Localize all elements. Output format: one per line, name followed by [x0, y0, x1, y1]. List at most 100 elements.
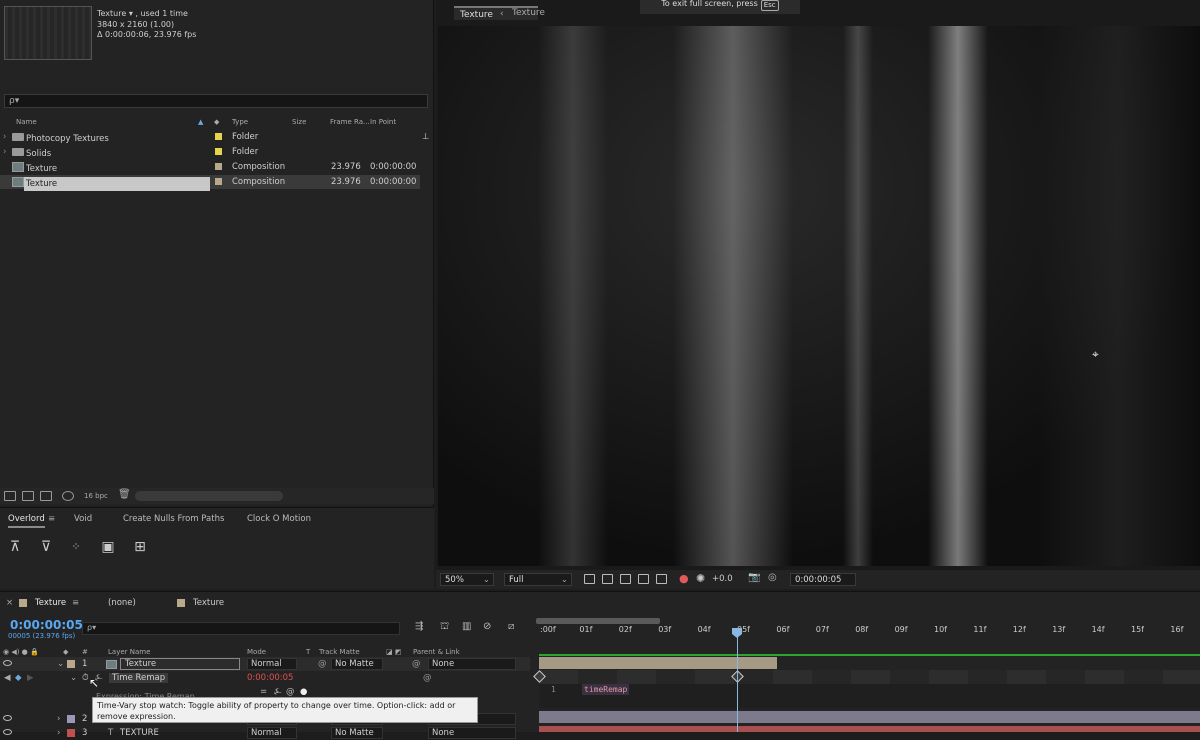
project-item-comp[interactable]: Texture Composition 23.976 0:00:00:00 — [0, 160, 420, 174]
stopwatch-icon[interactable]: ⏱ — [82, 673, 89, 683]
label-color-chip[interactable] — [215, 178, 222, 185]
panel-menu-icon[interactable]: ≡ — [48, 514, 55, 524]
flowchart-icon[interactable]: ⊥ — [422, 132, 429, 142]
pick-whip-icon[interactable]: @ — [412, 659, 421, 669]
tab-void[interactable]: Void — [74, 514, 92, 524]
color-channels-icon[interactable]: ● — [679, 572, 689, 585]
tab-create-nulls[interactable]: Create Nulls From Paths — [123, 514, 224, 524]
project-item-comp-selected[interactable]: Texture Composition 23.976 0:00:00:00 — [0, 175, 420, 191]
close-icon[interactable]: × — [6, 598, 13, 608]
expression-enable-icon[interactable]: = — [260, 687, 267, 697]
col-parent[interactable]: Parent & Link — [413, 648, 460, 656]
expression-graph-icon[interactable]: ⍼ — [274, 687, 281, 697]
label-color-chip[interactable] — [215, 148, 222, 155]
push-to-ae-icon[interactable]: ⊼ — [5, 538, 25, 556]
resolution-select[interactable]: Full ⌄ — [504, 573, 572, 586]
tab-clock-o-motion[interactable]: Clock O Motion — [247, 514, 311, 524]
show-snapshot-icon[interactable]: ◎ — [768, 572, 777, 583]
prev-keyframe-icon[interactable]: ◀ — [4, 673, 11, 683]
col-type[interactable]: Type — [232, 118, 248, 126]
twirl-right-icon[interactable]: › — [57, 714, 60, 724]
frame-icon[interactable]: ▣ — [98, 538, 118, 556]
col-layer-name[interactable]: Layer Name — [108, 648, 150, 656]
col-track-matte[interactable]: Track Matte — [319, 648, 360, 656]
viewer-timecode[interactable]: 0:00:00:05 — [790, 573, 856, 586]
distribute-icon[interactable]: ⁘ — [66, 538, 86, 556]
zoom-select[interactable]: 50% ⌄ — [440, 573, 494, 586]
twirl-right-icon[interactable]: › — [3, 132, 6, 142]
panel-menu-icon[interactable]: ≡ — [72, 598, 79, 608]
project-item-folder[interactable]: › Photocopy Textures Folder ⊥ — [0, 130, 429, 144]
new-comp-icon[interactable] — [40, 491, 52, 501]
pull-from-ae-icon[interactable]: ⊽ — [36, 538, 56, 556]
layer-duration-bar[interactable] — [539, 726, 1200, 732]
spiral-link-icon[interactable]: @ — [318, 659, 327, 669]
col-mode[interactable]: Mode — [247, 648, 266, 656]
comp-canvas[interactable]: ⌖ — [438, 26, 1200, 566]
label-color-chip[interactable] — [215, 163, 222, 170]
comp-name-info[interactable]: Texture ▾ , used 1 time — [97, 9, 196, 20]
label-color-chip[interactable] — [67, 729, 75, 737]
layer-duration-bar[interactable] — [539, 657, 777, 669]
mode-dropdown[interactable]: Normal — [247, 658, 297, 670]
layer-row[interactable]: ⌄ 1 Texture Normal @ No Matte @ None — [0, 657, 530, 671]
transparency-grid-icon[interactable] — [602, 574, 613, 584]
layer-name-field[interactable]: Texture — [120, 658, 240, 670]
new-folder-icon[interactable] — [22, 491, 34, 501]
eye-icon[interactable] — [3, 729, 12, 735]
col-name[interactable]: Name — [16, 118, 37, 126]
current-time-indicator[interactable] — [737, 629, 738, 732]
twirl-right-icon[interactable]: › — [57, 728, 60, 738]
twirl-right-icon[interactable]: › — [3, 147, 6, 157]
timeline-search-input[interactable]: ρ▾ — [82, 622, 400, 635]
exposure-value[interactable]: +0.0 — [712, 574, 733, 584]
guides-icon[interactable] — [656, 574, 667, 584]
mask-visibility-icon[interactable] — [620, 574, 631, 584]
project-search-input[interactable]: ρ▾ — [4, 94, 428, 108]
comp-mini-flowchart-icon[interactable]: ⇶ — [415, 621, 423, 632]
twirl-down-icon[interactable]: ⌄ — [70, 673, 77, 683]
layer-name[interactable]: TEXTURE — [120, 728, 159, 738]
next-keyframe-icon[interactable]: ▶ — [27, 673, 34, 683]
tab-timeline-texture[interactable]: Texture — [35, 598, 66, 608]
tab-timeline-texture-2[interactable]: Texture — [193, 598, 224, 608]
trash-icon[interactable]: 🗑 — [118, 489, 131, 500]
graph-editor-icon[interactable]: ⧄ — [508, 621, 514, 632]
col-in-point[interactable]: In Point — [370, 118, 396, 126]
draft-3d-icon[interactable]: ⛫ — [440, 621, 449, 634]
snapshot-camera-icon[interactable]: 📷 — [748, 572, 760, 583]
layer-row[interactable]: › 3 T TEXTURE Normal No Matte None — [0, 726, 530, 740]
project-scrollbar[interactable] — [135, 491, 283, 501]
nav-back-icon[interactable]: ‹ — [500, 9, 504, 19]
interpret-footage-icon[interactable] — [4, 491, 16, 501]
expression-code[interactable]: timeRemap — [582, 684, 630, 695]
fast-previews-icon[interactable] — [584, 574, 595, 584]
pick-whip-icon[interactable]: @ — [423, 673, 432, 683]
col-frame-rate[interactable]: Frame Ra... — [330, 118, 370, 126]
exposure-reset-icon[interactable]: ✺ — [696, 572, 705, 585]
parent-dropdown[interactable]: None — [428, 727, 516, 739]
bit-depth-button[interactable]: 16 bpc — [84, 492, 108, 500]
label-tag-icon[interactable]: ◆ — [214, 118, 219, 126]
expression-language-menu-icon[interactable]: ● — [300, 687, 307, 697]
tab-none[interactable]: (none) — [108, 598, 136, 608]
label-color-chip[interactable] — [215, 133, 222, 140]
current-time-display[interactable]: 0:00:00:05 — [10, 618, 83, 632]
work-area-bar[interactable] — [536, 618, 660, 624]
anchor-point-icon[interactable]: ⌖ — [1092, 348, 1104, 360]
project-item-folder[interactable]: › Solids Folder — [0, 145, 420, 159]
label-color-chip[interactable] — [67, 660, 75, 668]
property-row[interactable]: ◀ ◆ ▶ ⌄ ⏱ ⍼ Time Remap 0:00:00:05 @ — [0, 671, 530, 685]
shy-layers-icon[interactable]: ▥ — [462, 621, 471, 632]
property-value[interactable]: 0:00:00:05 — [247, 673, 293, 683]
twirl-down-icon[interactable]: ⌄ — [57, 659, 64, 669]
expression-editor[interactable] — [539, 684, 1200, 708]
layer-duration-bar[interactable] — [539, 711, 1200, 723]
frame-blending-icon[interactable]: ⊘ — [483, 621, 491, 632]
project-settings-icon[interactable] — [62, 491, 74, 501]
eye-icon[interactable] — [3, 715, 12, 721]
col-size[interactable]: Size — [292, 118, 306, 126]
track-matte-dropdown[interactable]: No Matte — [331, 658, 383, 670]
sort-arrow-icon[interactable]: ▲ — [198, 118, 203, 126]
add-artboard-icon[interactable]: ⊞ — [130, 538, 150, 556]
